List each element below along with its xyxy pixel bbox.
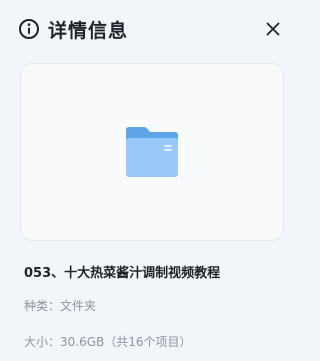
folder-icon (126, 127, 178, 177)
close-icon (266, 22, 280, 36)
panel-title: 详情信息 (48, 19, 129, 42)
file-size: 大小：30.6GB（共16个项目） (24, 335, 192, 349)
detail-panel: 详情信息 053、十大热菜酱汁调制视频教程 种类：文件夹 大小：30.6GB（共… (0, 0, 300, 361)
preview-card (20, 63, 284, 241)
close-button[interactable] (262, 18, 284, 40)
file-name: 053、十大热菜酱汁调制视频教程 (24, 266, 221, 281)
panel-header: 详情信息 (18, 14, 290, 44)
file-type: 种类：文件夹 (24, 299, 97, 313)
info-icon (18, 18, 40, 40)
